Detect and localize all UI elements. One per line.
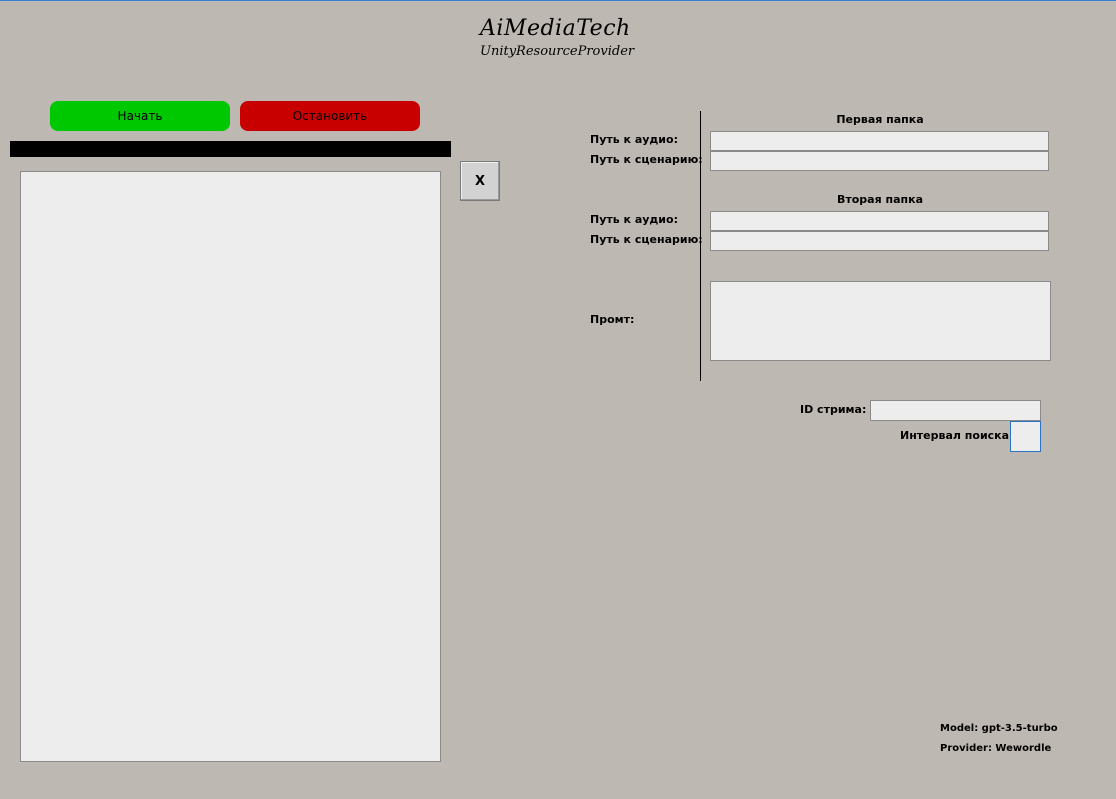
first-audio-label: Путь к аудио:: [590, 133, 678, 146]
clear-log-button[interactable]: X: [460, 161, 500, 201]
second-script-label: Путь к сценарию:: [590, 233, 703, 246]
prompt-label: Промт:: [590, 313, 635, 326]
log-output[interactable]: [20, 171, 441, 762]
stream-id-input[interactable]: [870, 400, 1041, 421]
provider-info: Provider: Wewordle: [940, 743, 1052, 754]
app-title: AiMediaTech: [480, 16, 631, 41]
stream-id-label: ID стрима:: [800, 403, 867, 416]
window-top-border: [0, 0, 1116, 1]
search-interval-label: Интервал поиска:: [900, 429, 1014, 442]
second-audio-path-input[interactable]: [710, 211, 1049, 231]
progress-bar: [10, 141, 451, 157]
prompt-input[interactable]: [710, 281, 1051, 361]
app-subtitle: UnityResourceProvider: [480, 44, 635, 59]
second-script-path-input[interactable]: [710, 231, 1049, 251]
search-interval-input[interactable]: [1010, 421, 1041, 452]
stop-button[interactable]: Остановить: [240, 101, 420, 131]
vertical-divider: [700, 111, 701, 381]
first-script-label: Путь к сценарию:: [590, 153, 703, 166]
first-audio-path-input[interactable]: [710, 131, 1049, 151]
start-button[interactable]: Начать: [50, 101, 230, 131]
first-folder-title: Первая папка: [836, 113, 924, 126]
first-script-path-input[interactable]: [710, 151, 1049, 171]
model-info: Model: gpt-3.5-turbo: [940, 723, 1058, 734]
second-folder-title: Вторая папка: [836, 193, 924, 206]
second-audio-label: Путь к аудио:: [590, 213, 678, 226]
